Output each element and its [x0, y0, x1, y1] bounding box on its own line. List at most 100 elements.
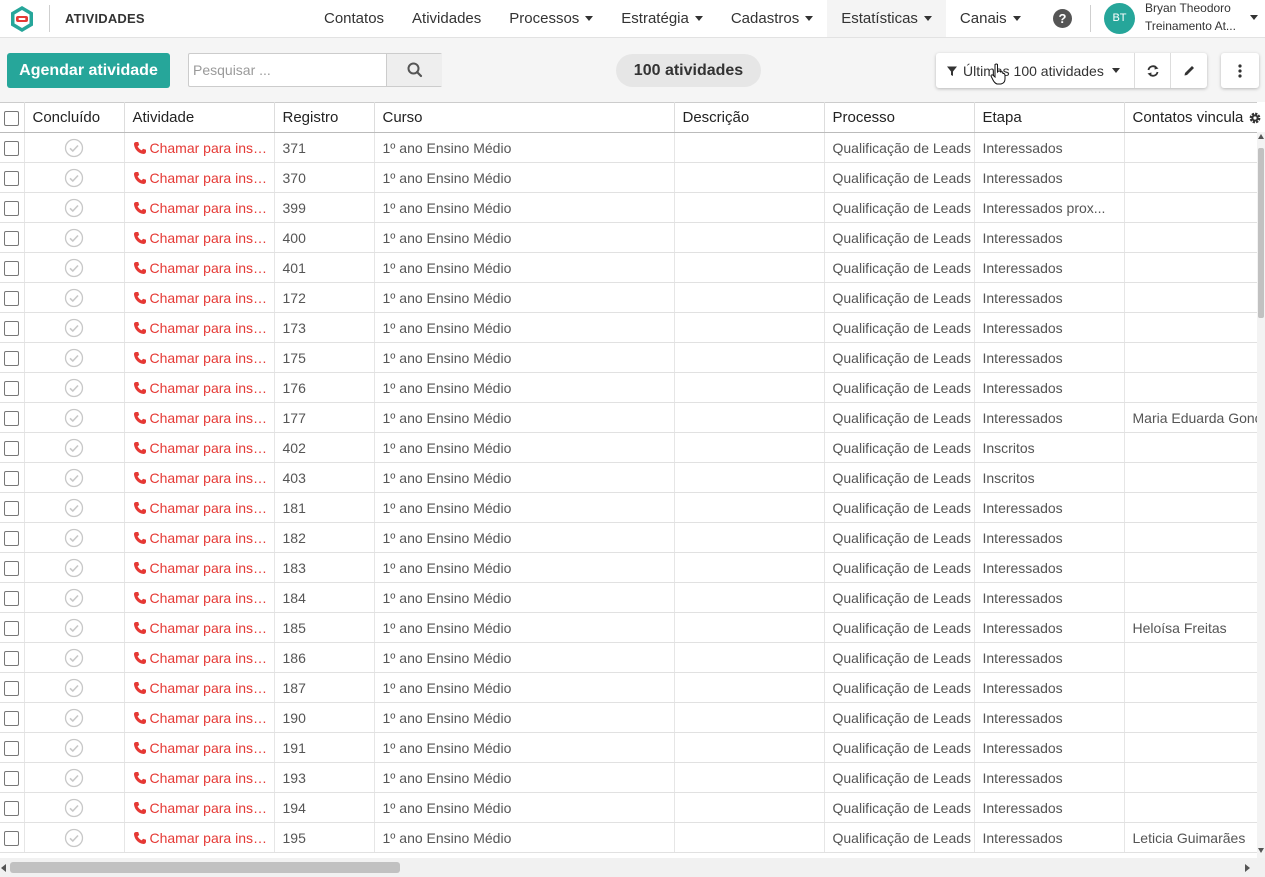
row-select-cell[interactable] [0, 252, 25, 283]
row-checkbox[interactable] [4, 770, 20, 786]
contato-cell[interactable] [1124, 522, 1257, 553]
check-circle-icon[interactable] [64, 738, 84, 758]
concluido-cell[interactable] [24, 222, 125, 253]
contato-cell[interactable] [1124, 282, 1257, 313]
atividade-cell[interactable]: Chamar para inscrição [124, 522, 275, 553]
column-header-concluido[interactable]: Concluído [24, 102, 125, 133]
row-checkbox[interactable] [4, 140, 20, 156]
row-checkbox[interactable] [4, 620, 20, 636]
contato-cell[interactable] [1124, 222, 1257, 253]
check-circle-icon[interactable] [64, 678, 84, 698]
scroll-down-icon[interactable] [1257, 846, 1265, 854]
atividade-cell[interactable]: Chamar para inscrição [124, 672, 275, 703]
table-row[interactable]: Chamar para inscrição1771º ano Ensino Mé… [0, 402, 1257, 433]
row-select-cell[interactable] [0, 732, 25, 763]
contato-cell[interactable] [1124, 582, 1257, 613]
table-row[interactable]: Chamar para inscrição1721º ano Ensino Mé… [0, 282, 1257, 313]
atividade-cell[interactable]: Chamar para inscrição [124, 162, 275, 193]
row-select-cell[interactable] [0, 192, 25, 223]
check-circle-icon[interactable] [64, 588, 84, 608]
row-select-cell[interactable] [0, 342, 25, 373]
table-row[interactable]: Chamar para inscrição1861º ano Ensino Mé… [0, 642, 1257, 673]
concluido-cell[interactable] [24, 822, 125, 853]
table-row[interactable]: Chamar para inscrição3711º ano Ensino Mé… [0, 132, 1257, 163]
concluido-cell[interactable] [24, 612, 125, 643]
atividade-cell[interactable]: Chamar para inscrição [124, 732, 275, 763]
concluido-cell[interactable] [24, 282, 125, 313]
user-org[interactable]: Treinamento At... [1145, 19, 1236, 33]
help-icon[interactable]: ? [1053, 9, 1072, 28]
concluido-cell[interactable] [24, 582, 125, 613]
check-circle-icon[interactable] [64, 198, 84, 218]
concluido-cell[interactable] [24, 342, 125, 373]
row-checkbox[interactable] [4, 590, 20, 606]
horizontal-scroll-thumb[interactable] [10, 862, 400, 873]
contato-cell[interactable] [1124, 642, 1257, 673]
concluido-cell[interactable] [24, 432, 125, 463]
atividade-cell[interactable]: Chamar para inscrição [124, 552, 275, 583]
row-select-cell[interactable] [0, 312, 25, 343]
row-checkbox[interactable] [4, 200, 20, 216]
row-checkbox[interactable] [4, 410, 20, 426]
table-row[interactable]: Chamar para inscrição1941º ano Ensino Mé… [0, 792, 1257, 823]
concluido-cell[interactable] [24, 732, 125, 763]
row-checkbox[interactable] [4, 440, 20, 456]
contato-cell[interactable] [1124, 312, 1257, 343]
table-row[interactable]: Chamar para inscrição1901º ano Ensino Mé… [0, 702, 1257, 733]
concluido-cell[interactable] [24, 762, 125, 793]
table-row[interactable]: Chamar para inscrição4031º ano Ensino Mé… [0, 462, 1257, 493]
atividade-cell[interactable]: Chamar para inscrição [124, 192, 275, 223]
atividade-cell[interactable]: Chamar para inscrição [124, 582, 275, 613]
check-circle-icon[interactable] [64, 498, 84, 518]
atividade-cell[interactable]: Chamar para inscrição [124, 702, 275, 733]
atividade-cell[interactable]: Chamar para inscrição [124, 282, 275, 313]
concluido-cell[interactable] [24, 192, 125, 223]
concluido-cell[interactable] [24, 702, 125, 733]
row-select-cell[interactable] [0, 132, 25, 163]
scroll-up-icon[interactable] [1257, 133, 1265, 141]
table-row[interactable]: Chamar para inscrição4021º ano Ensino Mé… [0, 432, 1257, 463]
table-row[interactable]: Chamar para inscrição1871º ano Ensino Mé… [0, 672, 1257, 703]
contato-cell[interactable] [1124, 372, 1257, 403]
concluido-cell[interactable] [24, 252, 125, 283]
column-header-etapa[interactable]: Etapa [974, 102, 1125, 133]
row-select-cell[interactable] [0, 402, 25, 433]
edit-filter-button[interactable] [1171, 53, 1207, 88]
row-select-cell[interactable] [0, 762, 25, 793]
contato-cell[interactable] [1124, 432, 1257, 463]
row-checkbox[interactable] [4, 350, 20, 366]
row-select-cell[interactable] [0, 162, 25, 193]
contato-cell[interactable] [1124, 672, 1257, 703]
table-row[interactable]: Chamar para inscrição1931º ano Ensino Mé… [0, 762, 1257, 793]
check-circle-icon[interactable] [64, 288, 84, 308]
atividade-cell[interactable]: Chamar para inscrição [124, 342, 275, 373]
select-all-checkbox-cell[interactable] [0, 102, 25, 133]
concluido-cell[interactable] [24, 312, 125, 343]
check-circle-icon[interactable] [64, 378, 84, 398]
atividade-cell[interactable]: Chamar para inscrição [124, 402, 275, 433]
atividade-cell[interactable]: Chamar para inscrição [124, 222, 275, 253]
contato-cell[interactable] [1124, 792, 1257, 823]
row-checkbox[interactable] [4, 290, 20, 306]
nav-contatos[interactable]: Contatos [310, 0, 398, 37]
select-all-checkbox[interactable] [4, 110, 20, 126]
nav-cadastros[interactable]: Cadastros [717, 0, 827, 37]
check-circle-icon[interactable] [64, 228, 84, 248]
nav-estrategia[interactable]: Estratégia [607, 0, 717, 37]
nav-processos[interactable]: Processos [495, 0, 607, 37]
row-checkbox[interactable] [4, 740, 20, 756]
table-row[interactable]: Chamar para inscrição4011º ano Ensino Mé… [0, 252, 1257, 283]
contato-cell[interactable]: Heloísa Freitas [1124, 612, 1257, 643]
schedule-activity-button[interactable]: Agendar atividade [7, 53, 170, 88]
table-row[interactable]: Chamar para inscrição1821º ano Ensino Mé… [0, 522, 1257, 553]
row-checkbox[interactable] [4, 680, 20, 696]
row-select-cell[interactable] [0, 822, 25, 853]
concluido-cell[interactable] [24, 642, 125, 673]
user-menu-caret-icon[interactable] [1250, 15, 1258, 20]
column-header-descricao[interactable]: Descrição [674, 102, 825, 133]
row-select-cell[interactable] [0, 492, 25, 523]
concluido-cell[interactable] [24, 672, 125, 703]
concluido-cell[interactable] [24, 522, 125, 553]
concluido-cell[interactable] [24, 162, 125, 193]
search-input[interactable] [189, 54, 386, 86]
